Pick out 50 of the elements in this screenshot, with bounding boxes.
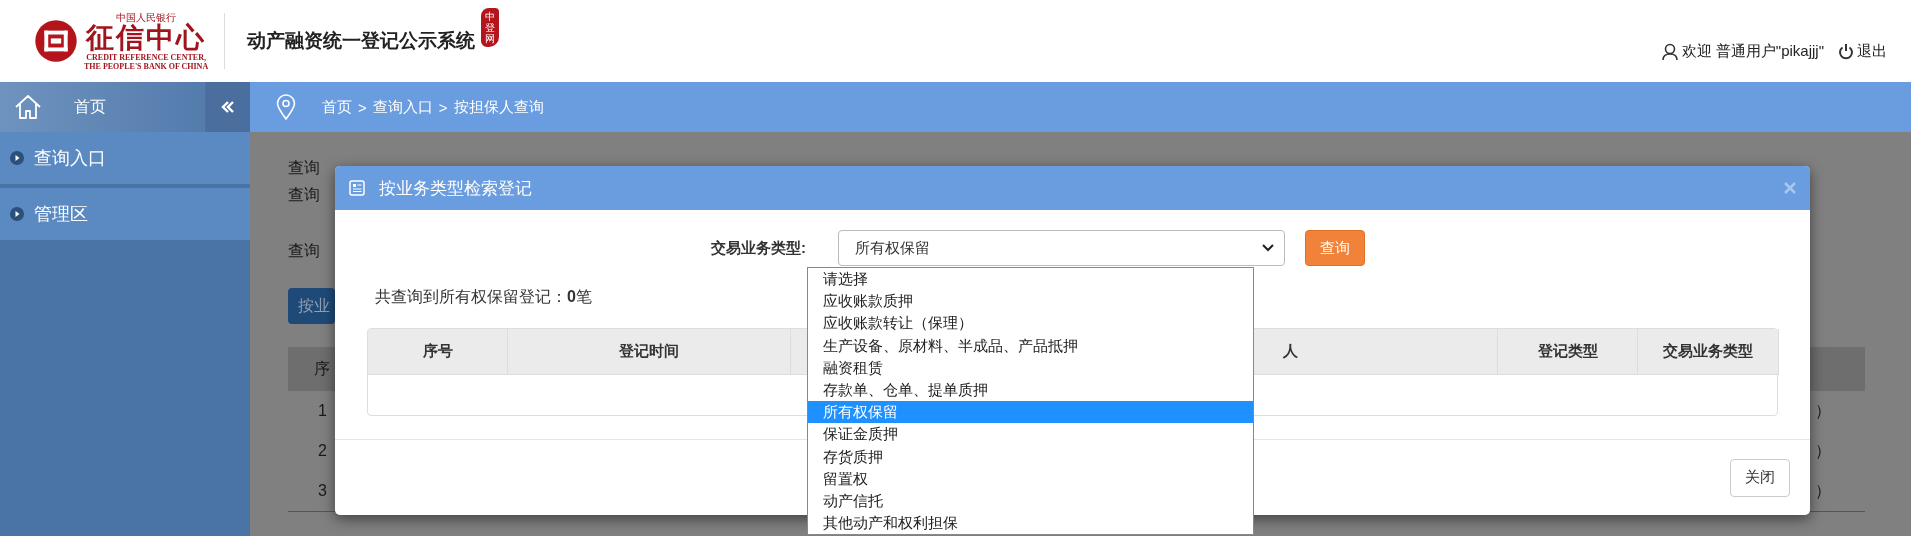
system-title: 动产融资统一登记公示系统 (247, 28, 476, 53)
field-label: 交易业务类型: (710, 238, 807, 258)
dropdown-option[interactable]: 保证金质押 (808, 423, 1253, 446)
location-pin-icon (276, 94, 296, 120)
table-cell-text: ） (1815, 400, 1831, 421)
query-condition-text: 查询 (288, 158, 320, 178)
logo-emblem-icon (34, 19, 78, 63)
dropdown-option[interactable]: 动产信托 (808, 489, 1253, 513)
close-button[interactable]: 关闭 (1730, 458, 1790, 497)
column-header: 序号 (368, 329, 508, 375)
breadcrumb-separator: > (438, 98, 448, 116)
dropdown-option[interactable]: 生产设备、原材料、半成品、产品抵押 (808, 334, 1253, 357)
logo-tagline: 中国人民银行 (116, 11, 177, 23)
seal-text: 中登网 (481, 7, 500, 47)
table-cell: 2 (318, 442, 327, 460)
query-condition-text: 查询 (288, 185, 320, 205)
dropdown-option[interactable]: 存货质押 (808, 445, 1253, 468)
search-by-type-button[interactable]: 按业 (288, 288, 335, 324)
logo-english: CREDIT REFERENCE CENTER, (86, 52, 206, 62)
caret-circle-icon (10, 207, 24, 221)
column-header: 登记类型 (1498, 329, 1638, 375)
logout-link[interactable]: 退出 (1838, 42, 1887, 61)
column-header: 交易业务类型 (1638, 329, 1779, 375)
table-cell-text: ） (1815, 480, 1831, 501)
user-icon (1661, 42, 1678, 61)
table-cell: 1 (318, 402, 327, 420)
dialog-title: 按业务类型检索登记 (379, 177, 533, 200)
table-header: 序 (314, 358, 330, 379)
dropdown-option[interactable]: 其他动产和权利担保 (808, 512, 1253, 535)
logo-english: THE PEOPLE'S BANK OF CHINA (84, 61, 209, 71)
result-summary: 共查询到所有权保留登记：0笔 (375, 287, 592, 307)
form-icon (349, 180, 365, 196)
welcome-text: 欢迎 普通用户"pikajjj" (1681, 42, 1824, 61)
breadcrumb-separator: > (358, 98, 367, 116)
query-condition-text: 查询 (288, 241, 320, 261)
power-icon (1838, 43, 1854, 60)
dropdown-option[interactable]: 存款单、仓单、提单质押 (808, 378, 1253, 402)
home-icon (14, 94, 42, 120)
double-chevron-icon (220, 100, 235, 114)
dropdown-option[interactable]: 留置权 (808, 467, 1253, 490)
dropdown-option[interactable]: 应收账款质押 (808, 290, 1253, 313)
business-type-select[interactable]: 所有权保留 (838, 230, 1285, 266)
caret-circle-icon (10, 151, 24, 165)
table-cell-text: ） (1815, 440, 1831, 461)
column-header: 登记时间 (508, 329, 791, 375)
table-cell: 3 (318, 482, 327, 500)
collapse-button[interactable] (204, 82, 250, 132)
chevron-down-icon (1262, 244, 1274, 252)
dropdown-option[interactable]: 请选择 (808, 268, 1253, 291)
logo-title: 征信中心 (86, 22, 207, 53)
